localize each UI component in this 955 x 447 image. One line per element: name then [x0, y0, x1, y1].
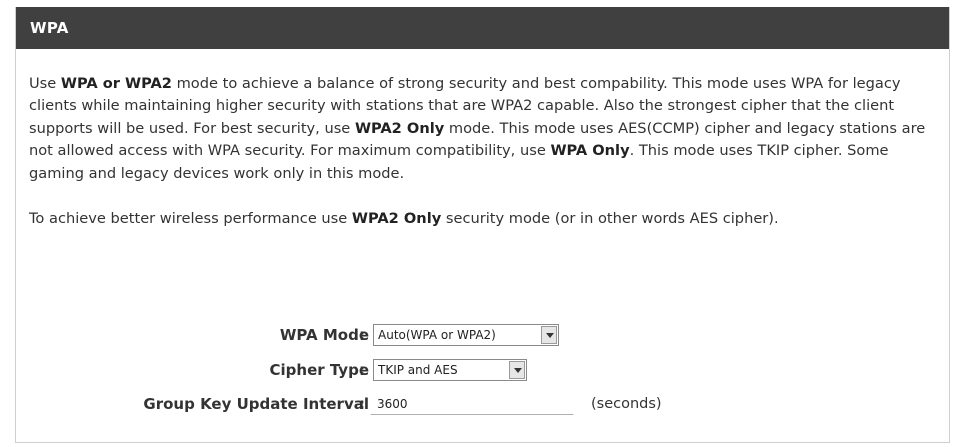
- description-paragraph-2: To achieve better wireless performance u…: [29, 208, 935, 230]
- text-run: To achieve better wireless performance u…: [29, 210, 352, 228]
- description-paragraph-1: Use WPA or WPA2 mode to achieve a balanc…: [29, 73, 935, 185]
- text-run: security mode (or in other words AES cip…: [441, 210, 779, 228]
- text-run: Use: [29, 75, 61, 92]
- group-key-input[interactable]: 3600: [370, 393, 574, 415]
- group-key-label: Group Key Update Interval: [143, 395, 369, 413]
- emphasis-text: WPA2 Only: [351, 210, 442, 228]
- wpa-mode-value: Auto(WPA or WPA2): [378, 328, 496, 342]
- wpa-settings-panel: WPA Use WPA or WPA2 mode to achieve a ba…: [15, 7, 950, 443]
- wpa-mode-row: WPA Mode : Auto(WPA or WPA2): [16, 320, 949, 350]
- emphasis-text: WPA or WPA2: [60, 75, 172, 92]
- dropdown-arrow-icon[interactable]: [541, 326, 557, 344]
- colon: :: [359, 326, 365, 344]
- emphasis-text: WPA Only: [550, 142, 630, 160]
- wpa-mode-select[interactable]: Auto(WPA or WPA2): [373, 324, 559, 346]
- cipher-type-label: Cipher Type: [269, 361, 370, 379]
- dropdown-arrow-icon[interactable]: [509, 361, 525, 379]
- section-title: WPA: [16, 7, 949, 49]
- wpa-mode-label: WPA Mode: [279, 326, 369, 344]
- seconds-unit: (seconds): [591, 396, 662, 412]
- colon: :: [359, 395, 365, 413]
- group-key-row: Group Key Update Interval : 3600 (second…: [16, 389, 949, 419]
- emphasis-text: WPA2 Only: [354, 119, 445, 137]
- description: Use WPA or WPA2 mode to achieve a balanc…: [16, 49, 949, 230]
- cipher-type-row: Cipher Type : TKIP and AES: [16, 355, 949, 385]
- cipher-type-value: TKIP and AES: [378, 363, 458, 377]
- colon: :: [359, 361, 365, 379]
- cipher-type-select[interactable]: TKIP and AES: [373, 359, 527, 381]
